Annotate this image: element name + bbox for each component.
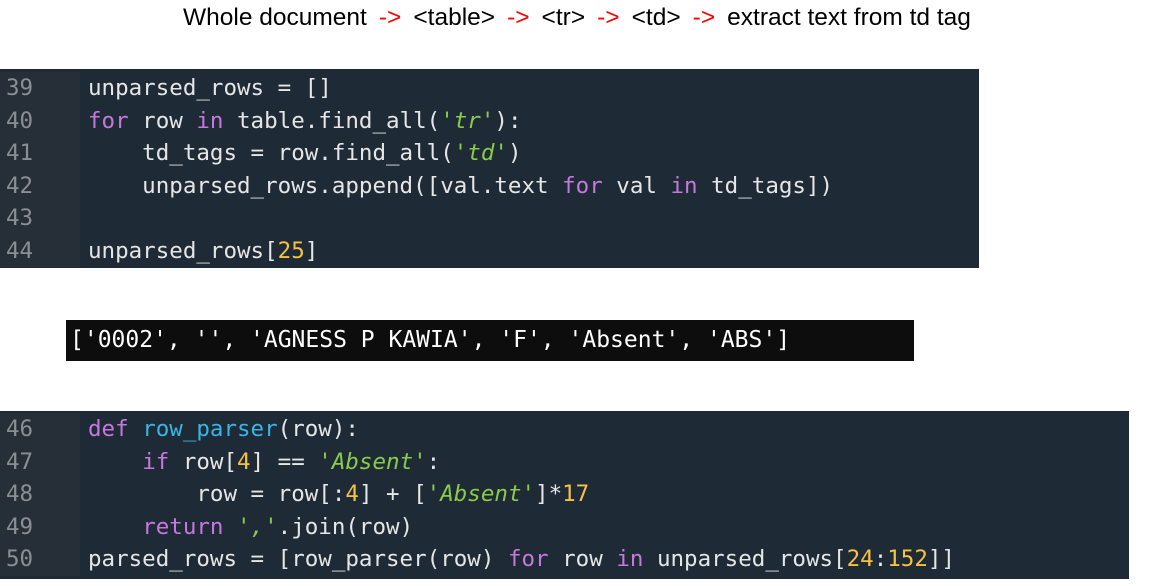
code-token: 'Absent' (426, 481, 536, 507)
code-text: row = row[:4] + ['Absent']*17 (80, 478, 589, 511)
line-number: 44 (0, 234, 80, 267)
code-token: unparsed_rows[ (88, 237, 278, 264)
output-row-25: ['0002', '', 'AGNESS P KAWIA', 'F', 'Abs… (66, 320, 914, 361)
code-text: unparsed_rows[25] (80, 235, 318, 268)
code-token: row (128, 107, 197, 134)
code-token: in (616, 546, 644, 572)
code-token: def (88, 416, 129, 442)
code-token: ] (304, 237, 319, 264)
code-token: row (548, 546, 617, 572)
code-token: val (602, 172, 671, 199)
code-text: unparsed_rows.append([val.text for val i… (80, 170, 833, 203)
code-token: for (88, 107, 129, 134)
code-line-48: 48 row = row[:4] + ['Absent']*17 (0, 478, 1129, 511)
code-token: 'tr' (440, 107, 495, 134)
line-number: 47 (0, 445, 80, 478)
code-line-44: 44 unparsed_rows[25] (0, 234, 979, 268)
line-number: 40 (0, 104, 80, 137)
code-token: td_tags = row.find_all( (88, 140, 454, 166)
code-token: return (142, 513, 224, 540)
code-token: 25 (277, 237, 305, 264)
caption-step-1: <table> (413, 4, 496, 31)
code-line-43: 43 (0, 202, 979, 235)
code-token: ] == (250, 448, 319, 475)
pipeline-caption: Whole document -> <table> -> <tr> -> <td> -> ext… (183, 0, 971, 36)
line-number: 50 (0, 543, 80, 576)
code-token: 'Absent' (318, 448, 427, 475)
line-number: 46 (0, 413, 80, 446)
code-text: unparsed_rows = [] (80, 72, 332, 105)
code-token: row = row[: (88, 481, 346, 507)
caption-step-2: <tr> (541, 4, 586, 31)
code-token: unparsed_rows.append([val.text (88, 172, 563, 199)
code-text: parsed_rows = [row_parser(row) for row i… (80, 543, 955, 576)
code-token: ) (507, 140, 522, 166)
code-line-42: 42 unparsed_rows.append([val.text for va… (0, 169, 979, 203)
code-block-find-rows: 39 unparsed_rows = [] 40 for row in table.f… (0, 69, 979, 268)
code-line-41: 41 td_tags = row.find_all('td') (0, 137, 979, 170)
caption-step-3: <td> (631, 4, 681, 31)
line-number: 49 (0, 510, 80, 543)
code-token: td_tags]) (697, 172, 834, 199)
line-number: 42 (0, 169, 80, 202)
code-line-39: 39 unparsed_rows = [] (0, 72, 979, 105)
code-token: : (426, 448, 441, 475)
code-token: parsed_rows = [row_parser(row) (88, 546, 508, 572)
code-line-50: 50 parsed_rows = [row_parser(row) for row… (0, 543, 1129, 576)
line-number: 41 (0, 137, 80, 170)
code-token: : (873, 546, 888, 572)
code-token: (row): (277, 416, 359, 442)
code-token: 152 (887, 546, 928, 572)
code-token: ): (494, 107, 522, 134)
code-token: in (196, 107, 224, 134)
code-token: 'td' (453, 140, 508, 166)
code-token: table.find_all( (223, 107, 441, 134)
code-token: in (670, 172, 698, 199)
line-number: 48 (0, 478, 80, 511)
code-token: ]* (535, 481, 563, 507)
line-number: 39 (0, 72, 80, 105)
code-token: ]] (927, 546, 955, 572)
code-token: 24 (846, 546, 874, 572)
caption-step-4: extract text from td tag (727, 4, 971, 31)
code-token: for (562, 172, 603, 199)
code-token: if (142, 448, 170, 475)
code-token: ',' (237, 513, 278, 540)
code-token: ] + [ (358, 481, 427, 507)
code-token: 4 (237, 448, 251, 475)
code-line-40: 40 for row in table.find_all('tr'): (0, 104, 979, 138)
caption-step-0: Whole document (183, 4, 367, 31)
code-block-row-parser: 46 def row_parser(row): 47 if row[4] == 'A… (0, 411, 1129, 579)
code-token: 17 (562, 481, 590, 507)
arrow-1: -> (378, 4, 402, 31)
code-text: if row[4] == 'Absent': (80, 446, 440, 479)
code-token: 4 (345, 481, 359, 507)
code-token: row_parser (142, 416, 278, 442)
code-text: return ','.join(row) (80, 511, 413, 544)
arrow-4: -> (692, 4, 716, 31)
code-token: unparsed_rows = [] (88, 75, 332, 101)
code-token: row[ (169, 448, 238, 475)
code-line-47: 47 if row[4] == 'Absent': (0, 445, 1129, 479)
code-text: for row in table.find_all('tr'): (80, 105, 522, 138)
code-token: unparsed_rows[ (643, 546, 847, 572)
line-number: 43 (0, 202, 80, 235)
code-token: .join(row) (277, 513, 414, 540)
code-token: for (507, 546, 549, 572)
arrow-3: -> (597, 4, 620, 31)
code-line-46: 46 def row_parser(row): (0, 413, 1129, 446)
arrow-2: -> (507, 4, 530, 31)
code-line-49: 49 return ','.join(row) (0, 510, 1129, 544)
code-text: td_tags = row.find_all('td') (80, 137, 521, 170)
code-text: def row_parser(row): (80, 413, 359, 446)
